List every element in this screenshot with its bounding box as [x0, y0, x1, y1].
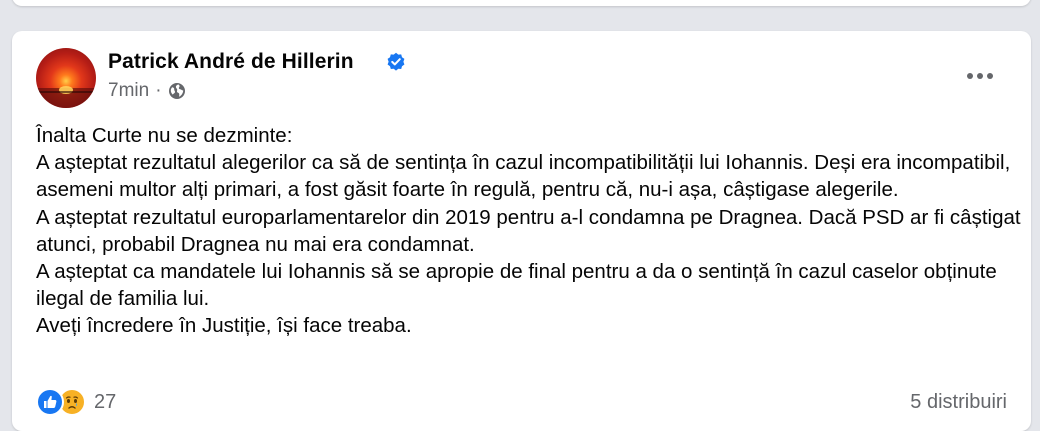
shares-count[interactable]: 5 distribuiri	[910, 391, 1007, 414]
more-horizontal-icon	[967, 73, 993, 79]
previous-post-card	[12, 0, 1031, 6]
more-options-button[interactable]	[962, 58, 998, 94]
verified-badge-icon	[387, 52, 405, 71]
post-time[interactable]: 7min	[108, 80, 149, 102]
post-meta: 7min ·	[108, 80, 186, 102]
avatar-sunset-image	[36, 86, 96, 108]
post-text: Înalta Curte nu se dezminte: A așteptat …	[36, 124, 1021, 338]
meta-separator: ·	[155, 80, 162, 101]
avatar[interactable]	[36, 48, 96, 108]
globe-icon[interactable]	[168, 82, 186, 100]
post-card: Patrick André de Hillerin 7min · Înalta …	[12, 31, 1031, 431]
author-name[interactable]: Patrick André de Hillerin	[108, 50, 354, 74]
reaction-count[interactable]: 27	[94, 391, 116, 414]
